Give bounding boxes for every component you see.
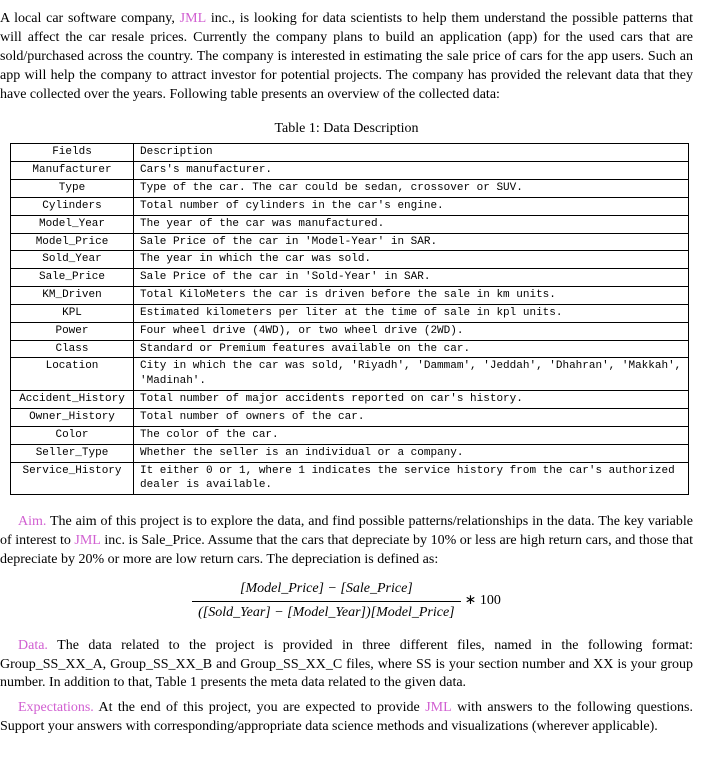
formula-multiplier: ∗ 100: [461, 592, 501, 611]
field-name: Service_History: [11, 462, 134, 495]
field-description: Type of the car. The car could be sedan,…: [134, 180, 689, 198]
aim-paragraph: Aim. The aim of this project is to explo…: [0, 513, 693, 570]
field-description: Estimated kilometers per liter at the ti…: [134, 304, 689, 322]
field-name: Cylinders: [11, 197, 134, 215]
table-row: CylindersTotal number of cylinders in th…: [11, 197, 689, 215]
table-row: ColorThe color of the car.: [11, 426, 689, 444]
company-name: JML: [180, 11, 206, 26]
field-description: City in which the car was sold, 'Riyadh'…: [134, 358, 689, 391]
field-description: Total number of major accidents reported…: [134, 391, 689, 409]
field-description: Total number of owners of the car.: [134, 409, 689, 427]
expectations-paragraph: Expectations. At the end of this project…: [0, 699, 693, 737]
data-description-table: FieldsDescriptionManufacturerCars's manu…: [10, 143, 689, 495]
field-name: KM_Driven: [11, 287, 134, 305]
field-name: Model_Price: [11, 233, 134, 251]
field-name: Manufacturer: [11, 162, 134, 180]
field-description: It either 0 or 1, where 1 indicates the …: [134, 462, 689, 495]
company-name-3: JML: [425, 700, 451, 715]
expectations-label: Expectations.: [18, 700, 94, 715]
field-description: Whether the seller is an individual or a…: [134, 444, 689, 462]
field-name: Accident_History: [11, 391, 134, 409]
field-name: Type: [11, 180, 134, 198]
field-name: Power: [11, 322, 134, 340]
field-description: The year of the car was manufactured.: [134, 215, 689, 233]
field-description: The color of the car.: [134, 426, 689, 444]
intro-paragraph: A local car software company, JML inc., …: [0, 10, 693, 104]
field-description: Four wheel drive (4WD), or two wheel dri…: [134, 322, 689, 340]
field-description: Sale Price of the car in 'Sold-Year' in …: [134, 269, 689, 287]
depreciation-formula: [Model_Price] − [Sale_Price] ([Sold_Year…: [0, 580, 693, 623]
table-row: ClassStandard or Premium features availa…: [11, 340, 689, 358]
data-paragraph: Data. The data related to the project is…: [0, 637, 693, 694]
table-row: Accident_HistoryTotal number of major ac…: [11, 391, 689, 409]
table-row: Owner_HistoryTotal number of owners of t…: [11, 409, 689, 427]
field-name: Model_Year: [11, 215, 134, 233]
formula-denominator: ([Sold_Year] − [Model_Year])[Model_Price…: [192, 602, 461, 623]
table-row: ManufacturerCars's manufacturer.: [11, 162, 689, 180]
field-name: KPL: [11, 304, 134, 322]
field-description: Sale Price of the car in 'Model-Year' in…: [134, 233, 689, 251]
table-row: Service_HistoryIt either 0 or 1, where 1…: [11, 462, 689, 495]
formula-numerator: [Model_Price] − [Sale_Price]: [192, 580, 461, 602]
field-name: Location: [11, 358, 134, 391]
table-row: LocationCity in which the car was sold, …: [11, 358, 689, 391]
company-name-2: JML: [74, 533, 100, 548]
header-fields: Fields: [11, 144, 134, 162]
field-name: Sold_Year: [11, 251, 134, 269]
aim-text-b: inc. is Sale_Price. Assume that the cars…: [0, 533, 693, 567]
table-row: KPLEstimated kilometers per liter at the…: [11, 304, 689, 322]
field-name: Seller_Type: [11, 444, 134, 462]
data-text: The data related to the project is provi…: [0, 638, 693, 691]
table-row: TypeType of the car. The car could be se…: [11, 180, 689, 198]
field-description: The year in which the car was sold.: [134, 251, 689, 269]
field-description: Cars's manufacturer.: [134, 162, 689, 180]
header-description: Description: [134, 144, 689, 162]
field-name: Class: [11, 340, 134, 358]
table-row: Model_YearThe year of the car was manufa…: [11, 215, 689, 233]
table-row: Seller_TypeWhether the seller is an indi…: [11, 444, 689, 462]
expectations-text-a: At the end of this project, you are expe…: [94, 700, 425, 715]
table-caption: Table 1: Data Description: [0, 120, 693, 139]
field-name: Sale_Price: [11, 269, 134, 287]
table-row: Sale_PriceSale Price of the car in 'Sold…: [11, 269, 689, 287]
field-description: Standard or Premium features available o…: [134, 340, 689, 358]
field-description: Total number of cylinders in the car's e…: [134, 197, 689, 215]
field-name: Owner_History: [11, 409, 134, 427]
data-label: Data.: [18, 638, 48, 653]
field-name: Color: [11, 426, 134, 444]
field-description: Total KiloMeters the car is driven befor…: [134, 287, 689, 305]
table-row: PowerFour wheel drive (4WD), or two whee…: [11, 322, 689, 340]
table-row: KM_DrivenTotal KiloMeters the car is dri…: [11, 287, 689, 305]
aim-label: Aim.: [18, 514, 46, 529]
table-row: Sold_YearThe year in which the car was s…: [11, 251, 689, 269]
table-row: Model_PriceSale Price of the car in 'Mod…: [11, 233, 689, 251]
intro-text-a: A local car software company,: [0, 11, 180, 26]
table-header-row: FieldsDescription: [11, 144, 689, 162]
